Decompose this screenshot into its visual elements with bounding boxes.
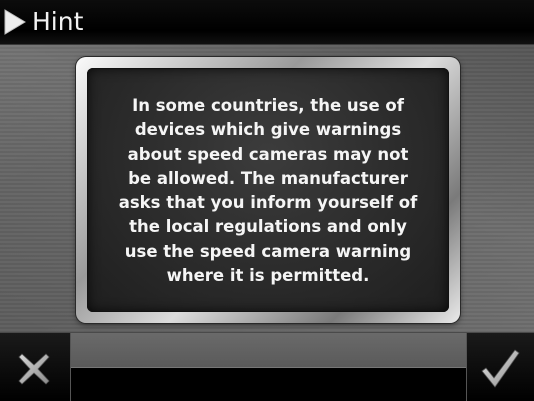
message-line: where it is permitted. <box>166 266 370 286</box>
hint-screen: Hint In some countries, the use of devic… <box>0 0 534 401</box>
message-panel: In some countries, the use of devices wh… <box>87 68 449 312</box>
message-line: use the speed camera warning <box>124 241 412 261</box>
message-line: about speed cameras may not <box>127 144 409 164</box>
title-bar: Hint <box>0 0 534 45</box>
message-line: In some countries, the use of <box>132 96 404 115</box>
message-line: devices which give warnings <box>134 120 402 140</box>
page-title: Hint <box>32 7 84 36</box>
play-arrow-icon <box>4 9 26 35</box>
message-line: be allowed. The manufacturer <box>128 168 408 188</box>
toolbar-spacer <box>71 333 466 401</box>
toolbar-strip <box>71 333 466 368</box>
confirm-button[interactable] <box>466 333 534 401</box>
message-line: asks that you inform yourself of <box>118 193 418 213</box>
cancel-button[interactable] <box>0 333 71 401</box>
bottom-toolbar <box>0 332 534 401</box>
hint-message: In some countries, the use of devices wh… <box>93 94 443 288</box>
message-line: the local regulations and only <box>129 217 407 237</box>
message-frame: In some countries, the use of devices wh… <box>76 57 460 323</box>
